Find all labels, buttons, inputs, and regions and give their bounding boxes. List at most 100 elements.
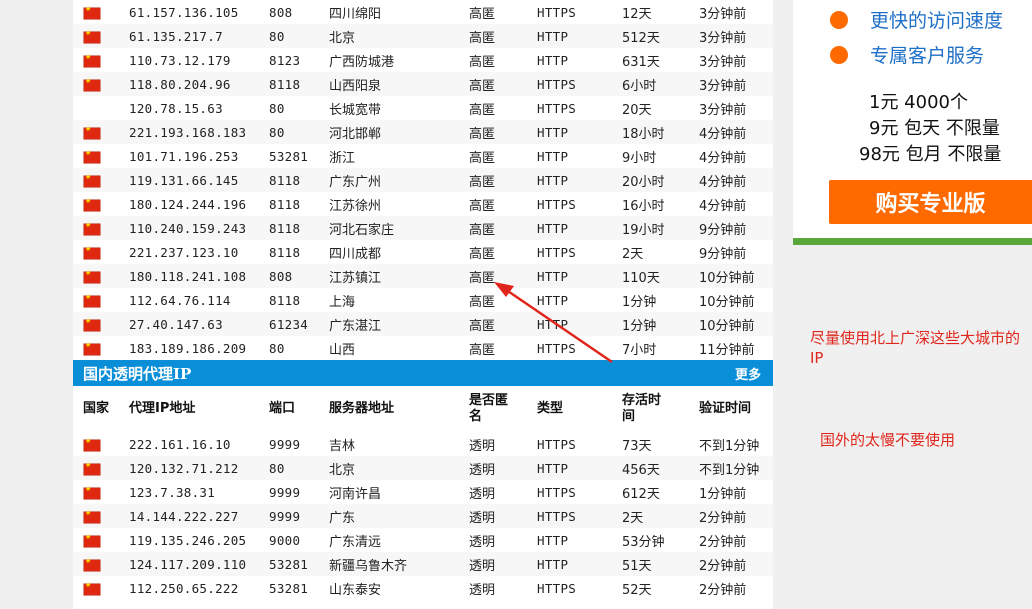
location-cell: 北京 [329, 456, 469, 480]
table-row: 180.118.241.108808江苏镇江高匿HTTP110天10分钟前 [73, 264, 773, 288]
anonymity-cell: 高匿 [469, 72, 537, 96]
verified-cell: 4分钟前 [699, 168, 773, 192]
verified-cell: 3分钟前 [699, 102, 747, 118]
port-cell: 53281 [269, 580, 309, 596]
header-anonymity: 是否匿名 [469, 393, 509, 424]
type-cell: HTTPS [537, 72, 622, 96]
china-flag-icon [84, 29, 100, 43]
location-cell: 上海 [329, 294, 356, 310]
ip-cell: 119.131.66.145 [129, 168, 269, 192]
verified-cell: 11分钟前 [699, 342, 755, 358]
type-cell: HTTPS [537, 484, 577, 500]
header-port: 端口 [269, 401, 296, 416]
country-cell [73, 96, 129, 120]
anonymity-cell: 高匿 [469, 150, 496, 166]
more-link[interactable]: 更多 [735, 364, 761, 383]
feature-item: 专属客户服务 [830, 41, 984, 68]
anonymity-cell: 高匿 [469, 120, 537, 144]
anonymity-cell: 高匿 [469, 294, 496, 310]
port-cell: 8123 [269, 52, 301, 68]
china-flag-icon [84, 533, 100, 547]
type-cell: HTTP [537, 24, 622, 48]
port-cell: 8118 [269, 244, 301, 260]
table-row: 221.193.168.18380河北邯郸高匿HTTP18小时4分钟前 [73, 120, 773, 144]
type-cell: HTTPS [537, 244, 577, 260]
anonymity-cell: 高匿 [469, 342, 496, 358]
column-headers: 国家 代理IP地址 端口 服务器地址 是否匿名 类型 存活时间 验证时间 [73, 386, 773, 432]
location-cell: 山东泰安 [329, 582, 382, 598]
header-type: 类型 [537, 401, 564, 416]
feature-text: 专属客户服务 [870, 45, 985, 67]
alive-cell: 52天 [622, 582, 652, 598]
china-flag-icon [84, 293, 100, 307]
table-row: 61.157.136.105 808 四川绵阳 高匿 HTTPS 12天 3分钟前 [73, 0, 773, 24]
anonymity-cell: 高匿 [469, 6, 496, 22]
type-cell: HTTP [537, 312, 622, 336]
port-cell: 53281 [269, 148, 309, 164]
type-cell: HTTP [537, 148, 569, 164]
buy-pro-button[interactable]: 购买专业版 [829, 180, 1032, 224]
ip-cell: 221.237.123.10 [129, 244, 239, 260]
china-flag-icon [84, 221, 100, 235]
port-cell: 53281 [269, 552, 329, 576]
port-cell: 8118 [269, 168, 329, 192]
alive-cell: 1分钟 [622, 294, 657, 310]
ip-cell: 61.157.136.105 [129, 4, 239, 20]
country-cell [73, 576, 129, 600]
type-cell: HTTPS [537, 580, 577, 596]
anonymity-cell: 高匿 [469, 24, 537, 48]
port-cell: 80 [269, 456, 329, 480]
type-cell: HTTPS [537, 340, 577, 356]
table-row: 61.135.217.780北京高匿HTTP512天3分钟前 [73, 24, 773, 48]
location-cell: 北京 [329, 24, 469, 48]
table-row: 221.237.123.10 8118 四川成都 高匿 HTTPS 2天 9分钟前 [73, 240, 773, 264]
alive-cell: 9小时 [622, 150, 657, 166]
alive-cell: 53分钟 [622, 534, 665, 550]
china-flag-icon [84, 245, 100, 259]
alive-cell: 16小时 [622, 198, 665, 214]
china-flag-icon [84, 173, 100, 187]
price-line: 1元 4000个 [869, 92, 968, 113]
location-cell: 江苏徐州 [329, 198, 382, 214]
location-cell: 广东广州 [329, 168, 469, 192]
table-row: 120.132.71.21280北京透明HTTP456天不到1分钟 [73, 456, 773, 480]
divider-bar [793, 238, 1032, 245]
verified-cell: 9分钟前 [699, 216, 773, 240]
alive-cell: 18小时 [622, 120, 699, 144]
ip-cell: 112.250.65.222 [129, 580, 239, 596]
alive-cell: 51天 [622, 552, 699, 576]
anonymity-cell: 高匿 [469, 264, 537, 288]
verified-cell: 2分钟前 [699, 582, 747, 598]
annotation-note: 国外的太慢不要使用 [820, 431, 956, 449]
location-cell: 新疆乌鲁木齐 [329, 552, 469, 576]
location-cell: 长城宽带 [329, 102, 382, 118]
verified-cell: 3分钟前 [699, 54, 747, 70]
verified-cell: 10分钟前 [699, 312, 773, 336]
ip-cell: 183.189.186.209 [129, 340, 247, 356]
anonymity-cell: 透明 [469, 582, 496, 598]
verified-cell: 10分钟前 [699, 264, 773, 288]
china-flag-icon [84, 5, 100, 19]
price-line: 9元 包天 不限量 [869, 118, 1000, 139]
type-cell: HTTP [537, 456, 622, 480]
ip-cell: 110.240.159.243 [129, 216, 269, 240]
location-cell: 广西防城港 [329, 54, 395, 70]
table-row: 124.117.209.11053281新疆乌鲁木齐透明HTTP51天2分钟前 [73, 552, 773, 576]
anonymity-cell: 透明 [469, 486, 496, 502]
left-margin [0, 0, 73, 609]
feature-item: 更快的访问速度 [830, 6, 1003, 33]
china-flag-icon [84, 581, 100, 595]
table-row: 112.64.76.114 8118 上海 高匿 HTTP 1分钟 10分钟前 [73, 288, 773, 312]
table-row: 101.71.196.253 53281 浙江 高匿 HTTP 9小时 4分钟前 [73, 144, 773, 168]
type-cell: HTTPS [537, 4, 577, 20]
country-cell [73, 192, 129, 216]
anonymity-cell: 高匿 [469, 54, 496, 70]
header-alive: 存活时间 [622, 393, 662, 424]
country-cell [73, 0, 129, 24]
anonymity-cell: 高匿 [469, 312, 537, 336]
price-line: 98元 包月 不限量 [859, 144, 1002, 165]
anonymity-cell: 高匿 [469, 168, 537, 192]
pro-version-sidebar: 更快的访问速度 专属客户服务 1元 4000个 9元 包天 不限量 98元 包月… [793, 0, 1032, 245]
ip-cell: 180.124.244.196 [129, 196, 247, 212]
type-cell: HTTPS [537, 196, 577, 212]
